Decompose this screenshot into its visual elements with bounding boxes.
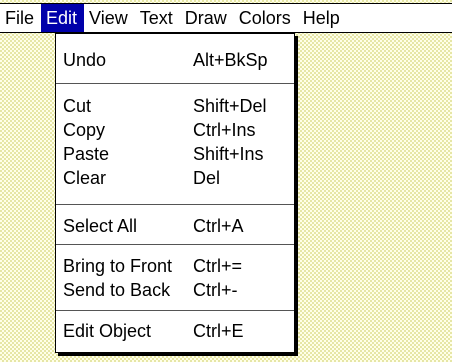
menu-separator xyxy=(56,204,294,205)
menu-separator xyxy=(56,83,294,84)
menu-item-undo[interactable]: Undo Alt+BkSp xyxy=(56,48,294,72)
menu-item-bring-to-front[interactable]: Bring to Front Ctrl+= xyxy=(56,254,294,278)
menu-item-label: Select All xyxy=(63,216,138,236)
menu-item-cut[interactable]: Cut Shift+Del xyxy=(56,94,294,118)
menu-text[interactable]: Text xyxy=(135,4,180,32)
menu-bar: File Edit View Text Draw Colors Help xyxy=(0,3,452,33)
menu-item-shortcut: Shift+Del xyxy=(193,96,267,116)
menu-view[interactable]: View xyxy=(84,4,135,32)
menu-item-copy[interactable]: Copy Ctrl+Ins xyxy=(56,118,294,142)
menu-item-send-to-back[interactable]: Send to Back Ctrl+- xyxy=(56,278,294,302)
menu-item-shortcut: Del xyxy=(193,168,221,188)
menu-item-label: Bring to Front xyxy=(63,256,173,276)
menu-item-shortcut: Ctrl+Ins xyxy=(193,120,256,140)
menu-separator xyxy=(56,310,294,311)
menu-item-label: Copy xyxy=(63,120,106,140)
edit-menu-dropdown: Undo Alt+BkSp Cut Shift+Del Copy Ctrl+In… xyxy=(55,33,295,353)
menu-separator xyxy=(56,244,294,245)
menu-draw[interactable]: Draw xyxy=(180,4,234,32)
menu-item-label: Paste xyxy=(63,144,110,164)
menu-item-shortcut: Ctrl+E xyxy=(193,321,244,341)
menu-item-shortcut: Alt+BkSp xyxy=(193,50,268,70)
menu-colors[interactable]: Colors xyxy=(234,4,298,32)
menu-item-edit-object[interactable]: Edit Object Ctrl+E xyxy=(56,319,294,343)
menu-help[interactable]: Help xyxy=(298,4,347,32)
menu-item-shortcut: Ctrl+A xyxy=(193,216,244,236)
menu-item-shortcut: Ctrl+= xyxy=(193,256,243,276)
menu-file[interactable]: File xyxy=(0,4,41,32)
menu-item-label: Undo xyxy=(63,50,107,70)
menu-item-clear[interactable]: Clear Del xyxy=(56,166,294,190)
menu-item-paste[interactable]: Paste Shift+Ins xyxy=(56,142,294,166)
menu-item-label: Send to Back xyxy=(63,280,171,300)
menu-item-label: Cut xyxy=(63,96,92,116)
menu-item-label: Clear xyxy=(63,168,107,188)
menu-item-select-all[interactable]: Select All Ctrl+A xyxy=(56,214,294,238)
menu-item-shortcut: Shift+Ins xyxy=(193,144,264,164)
menu-item-label: Edit Object xyxy=(63,321,152,341)
menu-item-shortcut: Ctrl+- xyxy=(193,280,238,300)
menu-edit[interactable]: Edit xyxy=(41,4,85,32)
